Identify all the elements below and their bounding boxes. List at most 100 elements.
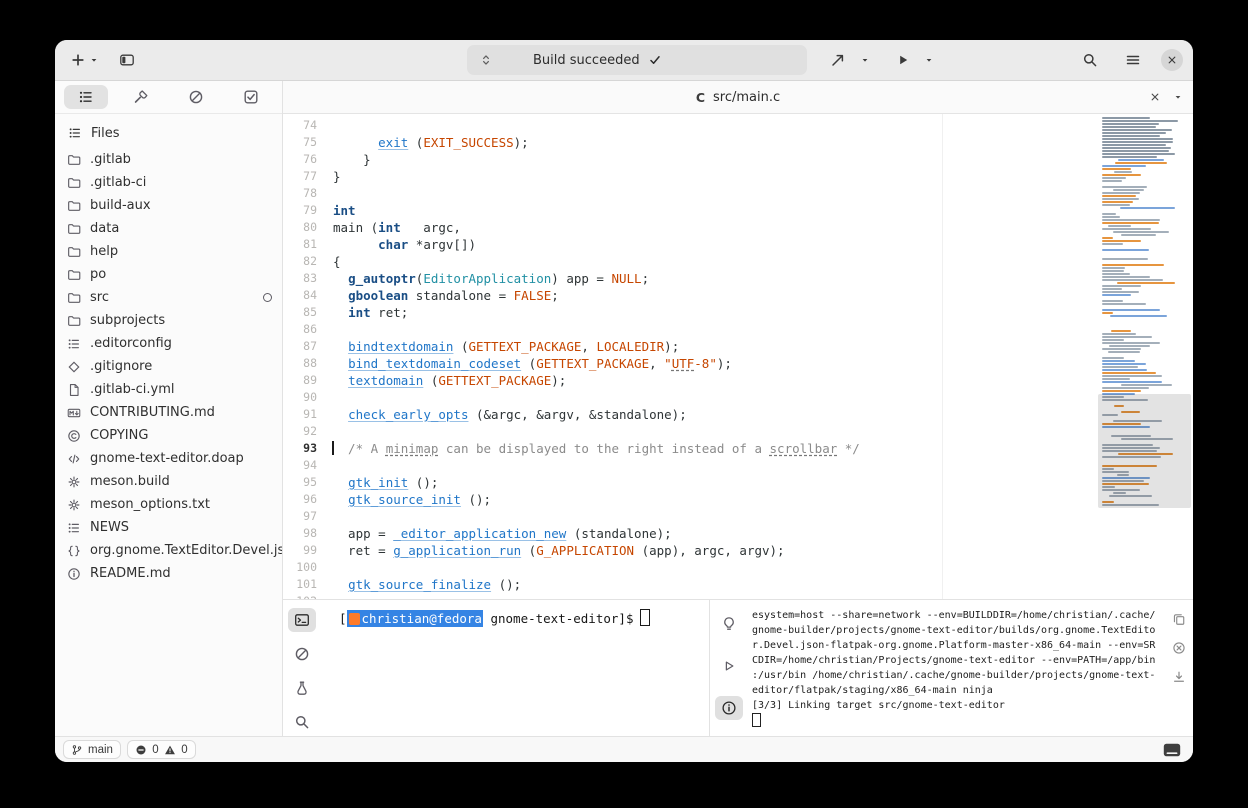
code-line[interactable]: 93 /* A minimap can be displayed to the …	[283, 440, 1193, 457]
file-tree-item[interactable]: COPYING	[55, 424, 282, 447]
file-tree-item[interactable]: po	[55, 263, 282, 286]
file-tree-item[interactable]: src	[55, 286, 282, 309]
code-line[interactable]: 86	[283, 321, 1193, 338]
line-number: 98	[283, 525, 333, 542]
toggle-sidebar-button[interactable]	[112, 46, 142, 74]
file-tree-item[interactable]: .editorconfig	[55, 332, 282, 355]
warning-count: 0	[181, 744, 188, 756]
code-line[interactable]: 83 g_autoptr(EditorApplication) app = NU…	[283, 270, 1193, 287]
file-tree-item[interactable]: meson.build	[55, 470, 282, 493]
branch-button[interactable]: main	[63, 740, 121, 759]
terminal-panel-button[interactable]	[288, 608, 316, 632]
file-name: data	[90, 221, 119, 236]
file-tree-item[interactable]: help	[55, 240, 282, 263]
code-line[interactable]: 90	[283, 389, 1193, 406]
line-number: 83	[283, 270, 333, 287]
code-line[interactable]: 95 gtk_init ();	[283, 474, 1193, 491]
file-tree-item[interactable]: .gitignore	[55, 355, 282, 378]
run-button[interactable]	[889, 46, 917, 74]
save-log-button[interactable]	[1172, 670, 1186, 684]
file-tree-item[interactable]: .gitlab-ci.yml	[55, 378, 282, 401]
minimap[interactable]	[1100, 116, 1190, 597]
file-tree-item[interactable]: subprojects	[55, 309, 282, 332]
editor-tab[interactable]: C src/main.c	[696, 90, 780, 105]
file-name: .editorconfig	[90, 336, 172, 351]
tab-list-button[interactable]	[1173, 92, 1183, 102]
code-line[interactable]: 76 }	[283, 151, 1193, 168]
sidebar-tab-todo[interactable]	[229, 85, 273, 109]
close-icon	[1149, 91, 1161, 103]
code-line[interactable]: 101 gtk_source_finalize ();	[283, 576, 1193, 593]
copy-log-button[interactable]	[1172, 612, 1186, 626]
code-line[interactable]: 75 exit (EXIT_SUCCESS);	[283, 134, 1193, 151]
code-line[interactable]: 87 bindtextdomain (GETTEXT_PACKAGE, LOCA…	[283, 338, 1193, 355]
file-tree-item[interactable]: NEWS	[55, 516, 282, 539]
code-line[interactable]: 89 textdomain (GETTEXT_PACKAGE);	[283, 372, 1193, 389]
code-line[interactable]: 97	[283, 508, 1193, 525]
code-line[interactable]: 82{	[283, 253, 1193, 270]
code-line[interactable]: 96 gtk_source_init ();	[283, 491, 1193, 508]
circle-slash-panel-button[interactable]	[288, 642, 316, 666]
file-tree-item[interactable]: data	[55, 217, 282, 240]
minimap-viewport[interactable]	[1098, 394, 1191, 508]
search-icon	[294, 714, 310, 730]
code-line[interactable]: 88 bind_textdomain_codeset (GETTEXT_PACK…	[283, 355, 1193, 372]
code-line[interactable]: 78	[283, 185, 1193, 202]
line-number: 91	[283, 406, 333, 423]
code-line[interactable]: 81 char *argv[])	[283, 236, 1193, 253]
new-tab-button[interactable]	[63, 46, 106, 74]
build-log-panel-button[interactable]	[715, 696, 743, 720]
file-name: COPYING	[90, 428, 148, 443]
terminal[interactable]: [christian@fedora gnome-text-editor]$	[321, 600, 709, 736]
hints-panel-button[interactable]	[715, 612, 743, 636]
file-tree-item[interactable]: .gitlab-ci	[55, 171, 282, 194]
code-line[interactable]: 92	[283, 423, 1193, 440]
file-tree-item[interactable]: gnome-text-editor.doap	[55, 447, 282, 470]
code-line[interactable]: 74	[283, 117, 1193, 134]
close-window-button[interactable]	[1161, 49, 1183, 71]
container-panel-button[interactable]	[288, 676, 316, 700]
run-options-button[interactable]	[917, 46, 941, 74]
code-line[interactable]: 79int	[283, 202, 1193, 219]
code-editor[interactable]: 7475 exit (EXIT_SUCCESS);76 }77}7879int8…	[283, 114, 1193, 599]
code-line[interactable]: 77}	[283, 168, 1193, 185]
run-output-panel-button[interactable]	[715, 654, 743, 678]
file-tree-item[interactable]: .gitlab	[55, 148, 282, 171]
main-menu-button[interactable]	[1118, 46, 1148, 74]
line-number: 97	[283, 508, 333, 525]
code-line[interactable]: 85 int ret;	[283, 304, 1193, 321]
close-tab-button[interactable]	[1149, 91, 1161, 103]
build-button[interactable]	[823, 46, 853, 74]
code-line[interactable]: 84 gboolean standalone = FALSE;	[283, 287, 1193, 304]
build-log[interactable]: esystem=host --share=network --env=BUILD…	[752, 608, 1161, 734]
keyboard-indicator-button[interactable]	[1163, 743, 1181, 757]
file-tree-item[interactable]: CONTRIBUTING.md	[55, 401, 282, 424]
line-number: 102	[283, 593, 333, 599]
code-line[interactable]: 99 ret = g_application_run (G_APPLICATIO…	[283, 542, 1193, 559]
search-button[interactable]	[1075, 46, 1105, 74]
file-tree-item[interactable]: build-aux	[55, 194, 282, 217]
build-options-button[interactable]	[853, 46, 877, 74]
search-panel-button[interactable]	[288, 710, 316, 734]
code-line[interactable]: 94	[283, 457, 1193, 474]
chevron-down-icon	[1173, 92, 1183, 102]
code-line[interactable]: 80main (int argc,	[283, 219, 1193, 236]
sidebar-tab-diagnostics[interactable]	[174, 85, 218, 109]
list-tree-icon	[78, 89, 94, 105]
menu-icon	[1125, 52, 1141, 68]
omnibar-build-status[interactable]: Build succeeded	[467, 45, 807, 75]
sidebar-tab-strip	[55, 81, 282, 114]
file-tree-item[interactable]: meson_options.txt	[55, 493, 282, 516]
diagnostics-button[interactable]: 0 0	[127, 740, 196, 759]
code-line[interactable]: 98 app = _editor_application_new (standa…	[283, 525, 1193, 542]
file-tree-item[interactable]: README.md	[55, 562, 282, 585]
code-line[interactable]: 100	[283, 559, 1193, 576]
file-tree-item[interactable]: org.gnome.TextEditor.Devel.json	[55, 539, 282, 562]
clear-log-button[interactable]	[1172, 641, 1186, 655]
code-line[interactable]: 102	[283, 593, 1193, 599]
terminal-cursor	[640, 609, 650, 626]
line-number: 78	[283, 185, 333, 202]
code-line[interactable]: 91 check_early_opts (&argc, &argv, &stan…	[283, 406, 1193, 423]
sidebar-tab-build[interactable]	[119, 85, 163, 109]
sidebar-tab-files[interactable]	[64, 85, 108, 109]
